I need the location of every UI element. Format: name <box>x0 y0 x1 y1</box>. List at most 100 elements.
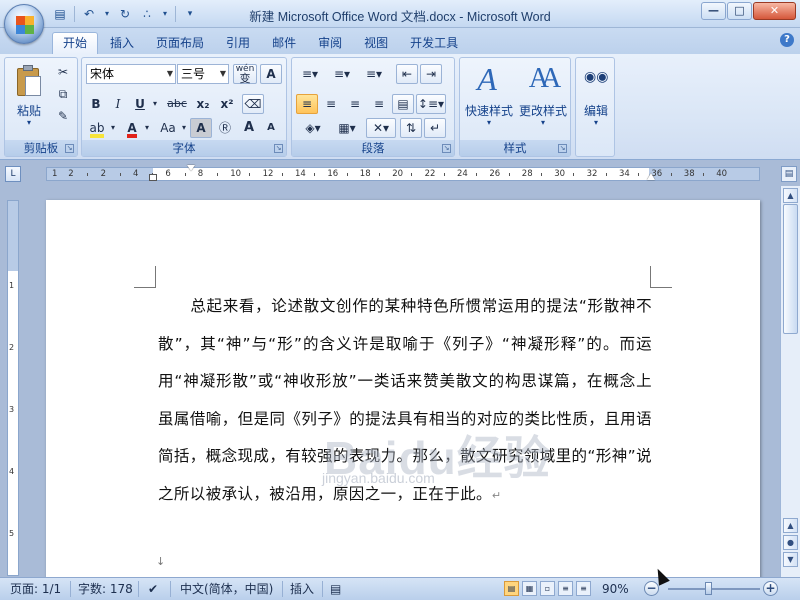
word-count[interactable]: 字数: 178 <box>78 579 133 600</box>
distributed-button[interactable]: ▤ <box>392 94 414 114</box>
justify-button[interactable]: ≡ <box>368 94 390 114</box>
grow-font-button[interactable]: A <box>238 118 260 138</box>
maximize-button[interactable]: □ <box>727 2 752 20</box>
editing-dropdown-icon[interactable]: ▾ <box>578 118 614 127</box>
first-line-indent-marker[interactable] <box>187 165 195 171</box>
quick-styles-dropdown-icon[interactable]: ▾ <box>462 118 516 127</box>
document-page[interactable]: 总起来看，论述散文创作的某种特色所惯常运用的提法“形散神不散”，其“神”与“形”… <box>46 200 760 577</box>
font-color-button[interactable]: A <box>122 118 142 138</box>
tab-mailings[interactable]: 邮件 <box>262 32 306 54</box>
phonetic-guide-button[interactable]: wén 变 <box>233 64 257 84</box>
vertical-ruler[interactable]: 1 2 3 4 5 <box>7 200 19 576</box>
left-indent-marker[interactable] <box>149 174 157 181</box>
tab-insert[interactable]: 插入 <box>100 32 144 54</box>
italic-button[interactable]: I <box>108 94 128 114</box>
cut-icon[interactable]: ✂ <box>53 62 73 82</box>
paste-icon[interactable] <box>15 64 43 98</box>
clear-formatting-button[interactable]: ⌫ <box>242 94 264 114</box>
chinese-layout-button[interactable]: ✕▾ <box>366 118 396 138</box>
tab-developer[interactable]: 开发工具 <box>400 32 468 54</box>
styles-launcher-icon[interactable]: ↘ <box>558 144 567 153</box>
font-size-dropdown-icon[interactable]: ▼ <box>220 65 226 83</box>
help-icon[interactable]: ? <box>780 33 794 47</box>
font-name-dropdown-icon[interactable]: ▼ <box>167 65 173 83</box>
change-case-dropdown-icon[interactable]: ▾ <box>180 118 188 138</box>
superscript-button[interactable]: x² <box>216 94 238 114</box>
scroll-up-button[interactable]: ▲ <box>783 188 798 203</box>
align-left-button[interactable]: ≡ <box>296 94 318 114</box>
enclose-characters-button[interactable]: Ⓡ <box>214 118 236 138</box>
full-screen-reading-view-button[interactable]: ▦ <box>522 581 537 596</box>
shrink-font-button[interactable]: A <box>260 118 282 138</box>
zoom-in-button[interactable]: + <box>763 581 778 596</box>
zoom-out-button[interactable]: − <box>644 581 659 596</box>
subscript-button[interactable]: x₂ <box>192 94 214 114</box>
strikethrough-button[interactable]: abc <box>164 94 190 114</box>
decrease-indent-button[interactable]: ⇤ <box>396 64 418 84</box>
change-styles-label[interactable]: 更改样式 <box>516 102 570 119</box>
paste-button-label[interactable]: 粘贴 <box>13 102 45 119</box>
outline-view-button[interactable]: ≡ <box>558 581 573 596</box>
format-painter-icon[interactable]: ✎ <box>53 106 73 126</box>
change-case-button[interactable]: Aa <box>156 118 180 138</box>
quick-styles-label[interactable]: 快速样式 <box>462 102 516 119</box>
tab-page-layout[interactable]: 页面布局 <box>146 32 214 54</box>
font-color-dropdown-icon[interactable]: ▾ <box>142 118 152 138</box>
copy-icon[interactable]: ⧉ <box>53 84 73 104</box>
tab-view[interactable]: 视图 <box>354 32 398 54</box>
quick-styles-icon[interactable]: A <box>472 62 502 96</box>
shading-button[interactable]: ◈▾ <box>296 118 330 138</box>
paste-dropdown-icon[interactable]: ▾ <box>13 118 45 127</box>
view-ruler-button[interactable]: ▤ <box>781 166 797 182</box>
increase-indent-button[interactable]: ⇥ <box>420 64 442 84</box>
scroll-thumb[interactable] <box>783 204 798 334</box>
align-right-button[interactable]: ≡ <box>344 94 366 114</box>
tab-references[interactable]: 引用 <box>216 32 260 54</box>
insert-mode-indicator[interactable]: 插入 <box>290 579 314 600</box>
bold-button[interactable]: B <box>86 94 106 114</box>
underline-dropdown-icon[interactable]: ▾ <box>150 94 160 114</box>
clipboard-launcher-icon[interactable]: ↘ <box>65 144 74 153</box>
multilevel-list-button[interactable]: ≡▾ <box>360 64 388 84</box>
paragraph-launcher-icon[interactable]: ↘ <box>442 144 451 153</box>
zoom-slider-track[interactable] <box>668 588 760 590</box>
binoculars-icon[interactable]: ◉◉ <box>584 64 608 90</box>
close-button[interactable]: ✕ <box>753 2 796 20</box>
font-name-select[interactable]: 宋体 ▼ <box>86 64 176 84</box>
right-indent-marker[interactable] <box>647 173 655 180</box>
previous-page-button[interactable]: ▲ <box>783 518 798 533</box>
change-styles-icon[interactable]: AA <box>524 62 561 96</box>
print-layout-view-button[interactable]: ▤ <box>504 581 519 596</box>
language-indicator[interactable]: 中文(简体，中国) <box>180 579 273 600</box>
tab-review[interactable]: 审阅 <box>308 32 352 54</box>
zoom-slider-thumb[interactable] <box>704 582 712 595</box>
page-count[interactable]: 页面: 1/1 <box>10 579 61 600</box>
office-button[interactable] <box>4 4 44 44</box>
minimize-button[interactable]: — <box>701 2 726 20</box>
zoom-level[interactable]: 90% <box>602 579 629 600</box>
underline-button[interactable]: U <box>130 94 150 114</box>
bullets-button[interactable]: ≡▾ <box>296 64 324 84</box>
char-border-button[interactable]: A <box>260 64 282 84</box>
numbering-button[interactable]: ≡▾ <box>328 64 356 84</box>
macro-record-icon[interactable]: ▤ <box>330 579 341 600</box>
proofing-icon[interactable]: ✔ <box>148 579 158 600</box>
editing-label[interactable]: 编辑 <box>578 102 614 119</box>
select-browse-object-button[interactable]: ● <box>783 535 798 550</box>
tab-home[interactable]: 开始 <box>52 32 99 54</box>
font-launcher-icon[interactable]: ↘ <box>274 144 283 153</box>
change-styles-dropdown-icon[interactable]: ▾ <box>516 118 570 127</box>
vertical-scrollbar[interactable]: ▲ ▲ ● ▼ <box>780 186 800 577</box>
borders-button[interactable]: ▦▾ <box>332 118 362 138</box>
sort-button[interactable]: ⇅ <box>400 118 422 138</box>
line-spacing-button[interactable]: ↕≡▾ <box>416 94 446 114</box>
font-size-select[interactable]: 三号 ▼ <box>177 64 229 84</box>
draft-view-button[interactable]: ≡ <box>576 581 591 596</box>
align-center-button[interactable]: ≡ <box>320 94 342 114</box>
highlight-dropdown-icon[interactable]: ▾ <box>108 118 118 138</box>
highlight-button[interactable]: ab <box>86 118 108 138</box>
tab-selector-button[interactable]: L <box>5 166 21 182</box>
show-marks-button[interactable]: ↵ <box>424 118 446 138</box>
web-layout-view-button[interactable]: ▫ <box>540 581 555 596</box>
horizontal-ruler[interactable]: 1 2 2 4 6 8 10 12 14 16 18 20 22 24 26 28 30 32 34 36 38 40 <box>46 165 760 181</box>
